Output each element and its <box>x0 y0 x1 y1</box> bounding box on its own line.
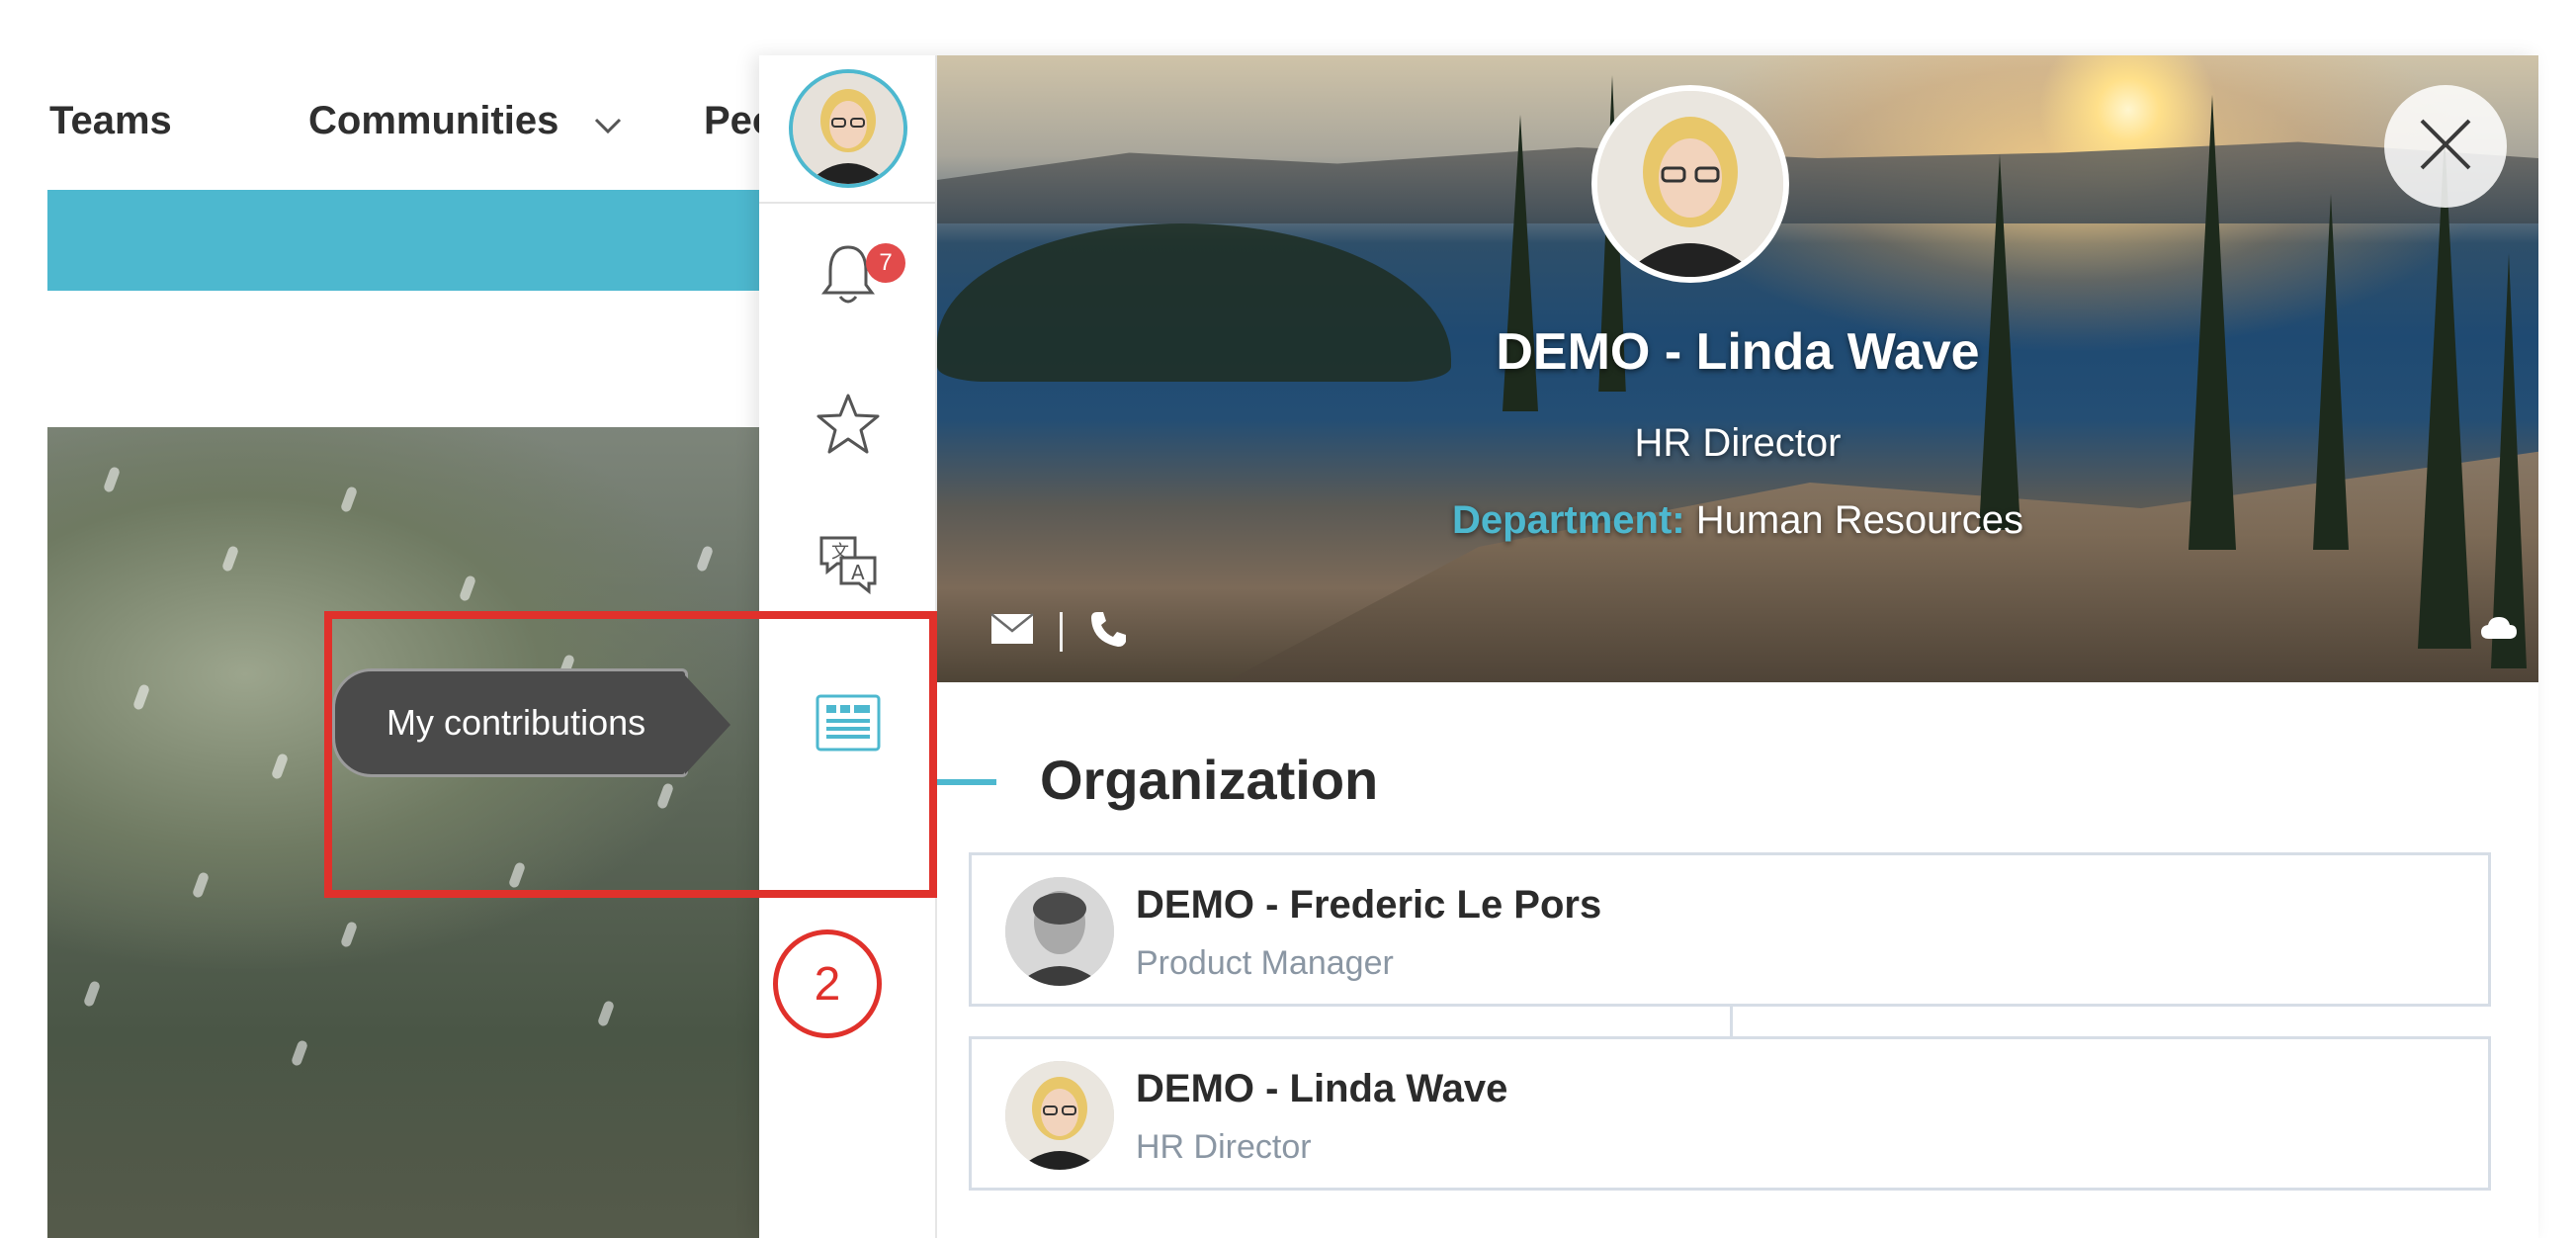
banner-strip <box>47 190 774 291</box>
org-member-card[interactable]: DEMO - Linda Wave HR Director <box>969 1036 2491 1191</box>
nav-communities-label: Communities <box>308 99 559 142</box>
svg-text:文: 文 <box>831 542 849 563</box>
avatar <box>1005 1061 1114 1170</box>
nav-teams[interactable]: Teams <box>49 99 172 143</box>
cloud-icon[interactable] <box>2479 615 2519 646</box>
avatar[interactable] <box>789 69 907 188</box>
org-member-role: Product Manager <box>1136 944 1394 982</box>
contact-separator <box>1060 611 1063 652</box>
department-value: Human Resources <box>1695 498 2023 542</box>
org-member-role: HR Director <box>1136 1128 1312 1166</box>
close-icon <box>2416 115 2475 179</box>
star-icon <box>816 392 881 462</box>
profile-job-title: HR Director <box>1634 421 1842 465</box>
profile-cover-image: DEMO - Linda Wave HR Director Department… <box>937 55 2538 682</box>
profile-panel: 7 文 A DEMO - Linda Wave HR Director Depa… <box>759 55 2538 1238</box>
org-connector <box>1730 1007 1733 1036</box>
profile-name: DEMO - Linda Wave <box>1496 323 1980 381</box>
translate-button[interactable]: 文 A <box>804 520 893 609</box>
svg-text:A: A <box>851 561 865 584</box>
step-number-marker: 2 <box>773 929 882 1038</box>
org-member-name[interactable]: DEMO - Linda Wave <box>1136 1067 1507 1111</box>
mail-icon[interactable] <box>990 613 1034 650</box>
avatar <box>1005 877 1114 986</box>
translate-icon: 文 A <box>816 530 881 600</box>
org-member-name[interactable]: DEMO - Frederic Le Pors <box>1136 883 1601 928</box>
notification-count-badge: 7 <box>866 243 905 283</box>
profile-photo <box>1591 85 1789 283</box>
phone-icon[interactable] <box>1088 609 1128 654</box>
my-contributions-tooltip: My contributions <box>332 668 730 777</box>
org-member-card[interactable]: DEMO - Frederic Le Pors Product Manager <box>969 852 2491 1007</box>
profile-department: Department: Human Resources <box>937 498 2538 543</box>
close-button[interactable] <box>2384 85 2507 208</box>
contact-actions <box>990 609 1128 654</box>
rail-avatar-section <box>759 55 937 204</box>
favorites-button[interactable] <box>804 382 893 471</box>
chevron-down-icon <box>593 101 623 145</box>
department-label: Department: <box>1452 498 1685 542</box>
section-accent-bar <box>937 779 996 785</box>
organization-heading: Organization <box>1040 749 1379 811</box>
top-navigation: Teams Communities Peo <box>0 0 776 188</box>
nav-communities[interactable]: Communities <box>308 99 623 145</box>
